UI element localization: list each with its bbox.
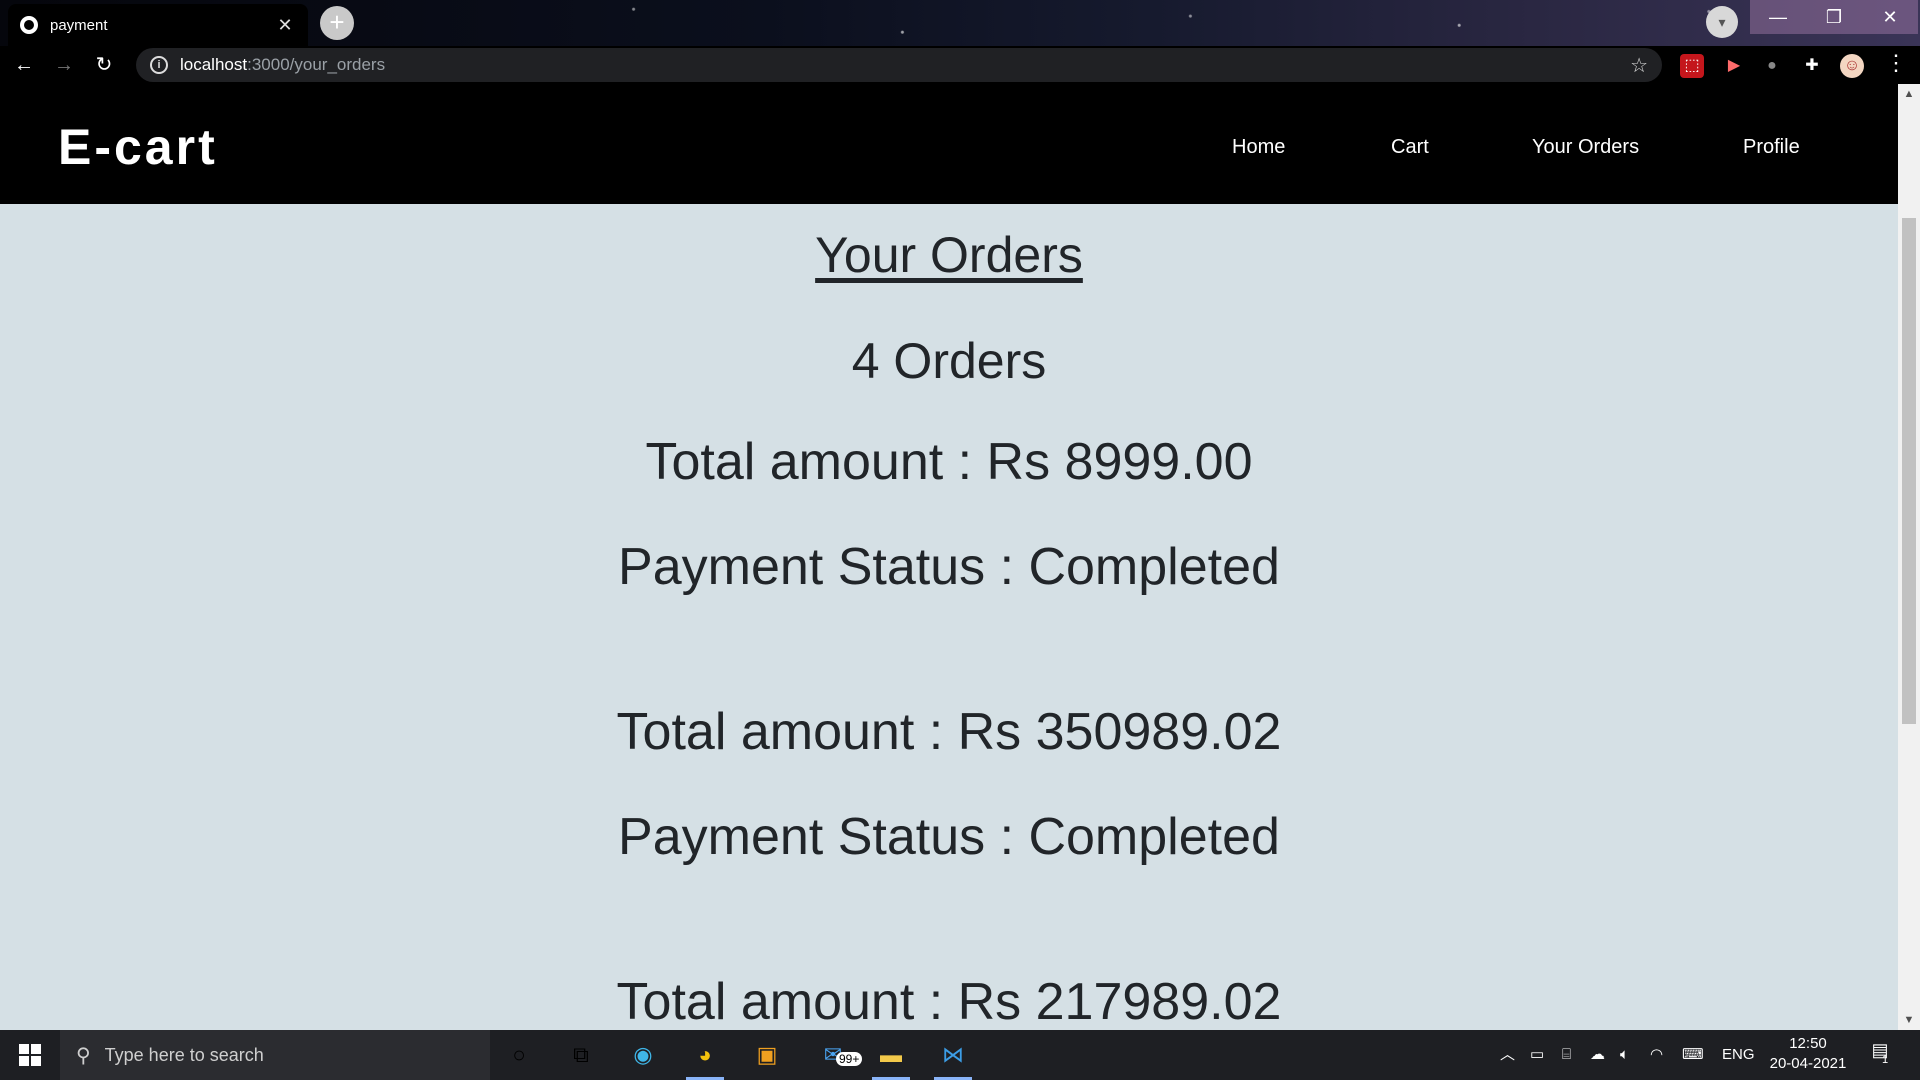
close-tab-icon[interactable]: ✕ <box>274 15 296 36</box>
order-count: 4 Orders <box>851 333 1047 389</box>
back-arrow-icon[interactable]: ← <box>8 49 40 81</box>
nav-profile-link[interactable]: Profile <box>1743 136 1800 159</box>
taskbar-clock[interactable]: 12:50 20-04-2021 <box>1764 1034 1852 1074</box>
minimize-window-button[interactable]: — <box>1750 0 1806 34</box>
onedrive-cloud-icon[interactable]: ☁ <box>1590 1030 1605 1080</box>
scroll-up-arrow-icon[interactable]: ▲ <box>1898 84 1920 104</box>
url-path: :3000/your_orders <box>247 55 386 74</box>
page-scrollbar[interactable]: ▲ ▼ <box>1898 84 1920 1030</box>
chrome-browser-icon[interactable]: ◕ <box>680 1030 730 1080</box>
order-total: Total amount : Rs 217989.02 <box>616 973 1282 1030</box>
bookmark-star-icon[interactable]: ☆ <box>1630 53 1648 78</box>
recorder-extension-icon[interactable]: ▶ <box>1722 54 1746 78</box>
volume-icon[interactable]: 🔈︎ <box>1620 1030 1629 1080</box>
extensions-puzzle-icon[interactable]: ✚ <box>1800 54 1824 78</box>
edge-browser-icon[interactable]: ◉ <box>618 1030 668 1080</box>
device-icon[interactable]: ⌸ <box>1562 1030 1571 1080</box>
scroll-down-arrow-icon[interactable]: ▼ <box>1898 1010 1920 1030</box>
language-indicator[interactable]: ENG <box>1722 1030 1755 1080</box>
order-total: Total amount : Rs 8999.00 <box>645 433 1253 491</box>
address-bar[interactable]: i localhost:3000/your_orders ☆ <box>136 48 1662 82</box>
show-hidden-icons-icon[interactable]: ︿ <box>1500 1030 1515 1080</box>
order-payment-status: Payment Status : Completed <box>618 538 1280 596</box>
tab-title: payment <box>50 16 108 34</box>
scrollbar-thumb[interactable] <box>1902 218 1916 724</box>
web-page: E-cart Home Cart Your Orders Profile You… <box>0 84 1898 1030</box>
search-icon: ⚲ <box>76 1044 91 1067</box>
nav-cart-link[interactable]: Cart <box>1391 136 1429 159</box>
site-navbar: E-cart Home Cart Your Orders Profile <box>0 84 1898 204</box>
nav-your-orders-link[interactable]: Your Orders <box>1532 136 1639 159</box>
vscode-icon[interactable]: ⋈ <box>928 1030 978 1080</box>
search-placeholder: Type here to search <box>104 1044 264 1065</box>
globe-icon <box>20 16 38 34</box>
task-view-icon[interactable]: ⧉ <box>556 1030 606 1080</box>
keyboard-icon[interactable]: ⌨ <box>1682 1030 1704 1080</box>
browser-tab-strip: payment ✕ + ▾ — ❐ ✕ <box>0 0 1920 46</box>
page-title: Your Orders <box>815 227 1083 283</box>
browser-toolbar: ← → ↻ i localhost:3000/your_orders ☆ ⬚ ▶… <box>0 46 1920 84</box>
windows-logo-icon <box>19 1044 41 1066</box>
file-explorer-icon[interactable]: ▬ <box>866 1030 916 1080</box>
mail-badge: 99+ <box>836 1052 863 1066</box>
browser-menu-icon[interactable]: ⋮ <box>1884 50 1908 76</box>
wifi-icon[interactable]: ◠ <box>1650 1030 1663 1080</box>
site-info-icon[interactable]: i <box>150 56 168 74</box>
nav-home-link[interactable]: Home <box>1232 136 1285 159</box>
store-icon[interactable]: ▣ <box>742 1030 792 1080</box>
notification-center-icon[interactable]: ▤ 1 <box>1866 1040 1894 1068</box>
cortana-icon[interactable]: ○ <box>494 1030 544 1080</box>
url-host: localhost <box>180 55 248 74</box>
taskbar-search-box[interactable]: ⚲ Type here to search <box>60 1030 490 1080</box>
reload-icon[interactable]: ↻ <box>88 49 120 81</box>
new-tab-button[interactable]: + <box>320 6 354 40</box>
clock-time: 12:50 <box>1789 1035 1827 1052</box>
clock-date: 20-04-2021 <box>1769 1055 1847 1072</box>
mail-icon[interactable]: ✉ 99+ <box>808 1030 863 1080</box>
forward-arrow-icon[interactable]: → <box>48 49 80 81</box>
pdf-extension-icon[interactable]: ⬚ <box>1680 54 1704 78</box>
close-window-button[interactable]: ✕ <box>1862 0 1918 34</box>
brand-logo[interactable]: E-cart <box>58 118 218 176</box>
profile-avatar[interactable]: ☺ <box>1840 54 1864 78</box>
order-payment-status: Payment Status : Completed <box>618 808 1280 866</box>
order-total: Total amount : Rs 350989.02 <box>616 703 1282 761</box>
extension-icon[interactable]: ● <box>1760 54 1784 78</box>
maximize-window-button[interactable]: ❐ <box>1806 0 1862 34</box>
start-button[interactable] <box>0 1030 60 1080</box>
tab-search-icon[interactable]: ▾ <box>1706 6 1738 38</box>
browser-tab[interactable]: payment ✕ <box>8 4 308 46</box>
notification-count: 1 <box>1882 1054 1889 1066</box>
battery-icon[interactable]: ▭ <box>1530 1030 1544 1080</box>
